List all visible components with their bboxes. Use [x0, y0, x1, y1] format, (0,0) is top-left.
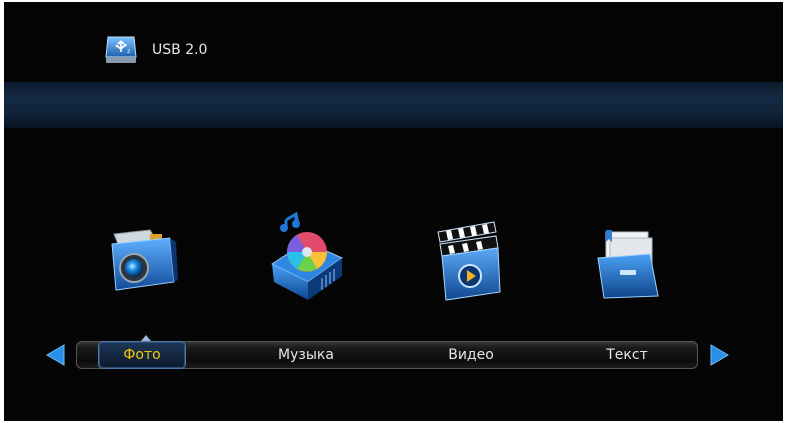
menu-item-label: Текст — [606, 347, 648, 363]
header-band — [4, 82, 783, 128]
menu-item-label: Музыка — [278, 347, 334, 363]
camera-icon[interactable] — [104, 224, 180, 296]
text-folder-icon[interactable] — [592, 228, 664, 300]
music-projector-icon[interactable] — [266, 212, 346, 302]
menu-item-label: Фото — [123, 347, 161, 363]
menu-item-label: Видео — [448, 347, 494, 363]
menu-item-text[interactable]: Текст — [584, 341, 670, 369]
device-indicator: 2 USB 2.0 — [104, 35, 207, 65]
svg-text:2: 2 — [127, 49, 130, 55]
menu-item-video[interactable]: Видео — [428, 341, 514, 369]
arrow-left-icon[interactable] — [44, 343, 68, 367]
media-player-screen: 2 USB 2.0 Фото Музыка Видео Текст — [4, 2, 783, 421]
video-clapperboard-icon[interactable] — [432, 218, 504, 302]
device-label: USB 2.0 — [152, 42, 208, 58]
menu-item-music[interactable]: Музыка — [263, 341, 349, 369]
menu-item-photo[interactable]: Фото — [99, 342, 185, 368]
arrow-right-icon[interactable] — [707, 343, 731, 367]
usb-drive-icon: 2 — [105, 36, 137, 63]
